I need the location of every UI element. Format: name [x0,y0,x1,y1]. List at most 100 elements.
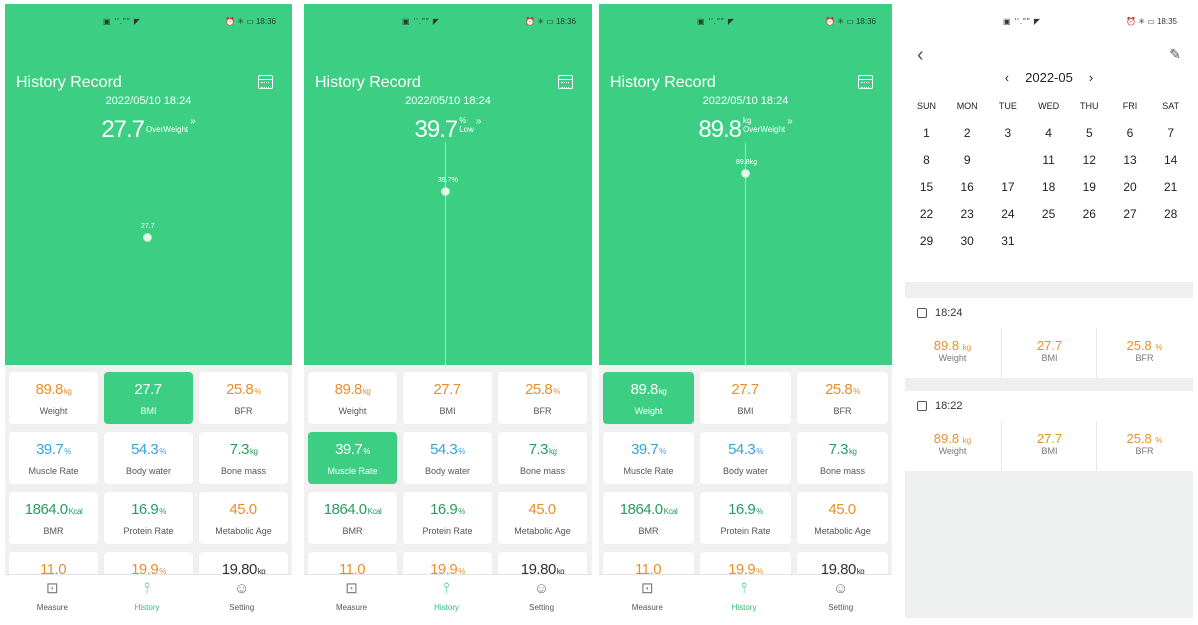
metric-card[interactable]: 25.8% BFR [199,372,288,424]
calendar-day[interactable]: 8 [906,147,947,173]
metric-card[interactable]: 45.0 Metabolic Age [498,492,587,544]
calendar-day[interactable]: 4 [1028,120,1069,146]
metric-card[interactable]: 1864.0Kcal BMR [9,492,98,544]
metric-card[interactable]: 1864.0Kcal BMR [603,492,694,544]
chart-point-label: 89.8kg [736,159,758,166]
current-value[interactable]: 39.7% Low» [304,116,592,144]
tab-setting[interactable]: ☺ Setting [792,575,889,618]
calendar-day[interactable]: 7 [1150,120,1191,146]
metric-card[interactable]: 27.7 BMI [403,372,492,424]
tab-measure[interactable]: ⊡ Measure [599,575,696,618]
calendar-icon[interactable] [558,75,573,89]
record-unit: % [1155,436,1163,445]
calendar-day[interactable]: 13 [1110,147,1151,173]
calendar-day[interactable]: 29 [906,228,947,254]
metric-label: BFR [533,406,552,416]
metric-card[interactable]: 89.8kg Weight [308,372,397,424]
calendar-day[interactable]: 3 [987,120,1028,146]
calendar-day[interactable]: 25 [1028,201,1069,227]
metric-card[interactable]: 27.7 BMI [700,372,791,424]
metric-card[interactable]: 16.9% Protein Rate [700,492,791,544]
calendar-day[interactable]: 23 [947,201,988,227]
calendar-icon[interactable] [858,75,873,89]
metric-card[interactable]: 39.7% Muscle Rate [308,432,397,484]
metric-label: BMI [140,406,157,416]
chart-indicator-line [445,142,446,365]
calendar-day[interactable]: 22 [906,201,947,227]
metric-label: BMI [439,406,456,416]
calendar-day[interactable]: 26 [1069,201,1110,227]
metric-card[interactable]: 54.3% Body water [104,432,193,484]
metric-card[interactable]: 39.7% Muscle Rate [603,432,694,484]
calendar-day[interactable]: 5 [1069,120,1110,146]
metric-card[interactable]: 54.3% Body water [403,432,492,484]
prev-month-button[interactable]: ‹ [1005,70,1009,85]
chart-point[interactable] [741,169,750,178]
calendar-day[interactable]: 10 [987,146,1028,174]
current-value[interactable]: 89.8 kg OverWeight» [599,116,892,144]
record-value: 89.8 [933,431,960,446]
calendar-day[interactable]: 2 [947,120,988,146]
metric-card[interactable]: 45.0 Metabolic Age [797,492,888,544]
record-datetime: 2022/05/10 18:24 [105,95,192,107]
next-month-button[interactable]: › [1089,70,1093,85]
calendar-icon[interactable] [258,75,273,89]
chart-point[interactable] [143,233,152,242]
tab-setting[interactable]: ☺ Setting [494,575,589,618]
calendar-day[interactable]: 30 [947,228,988,254]
calendar-day[interactable]: 12 [1069,147,1110,173]
tab-measure[interactable]: ⊡ Measure [304,575,399,618]
metric-card[interactable]: 89.8kg Weight [9,372,98,424]
calendar-day[interactable]: 19 [1069,174,1110,200]
metric-card[interactable]: 25.8% BFR [498,372,587,424]
metric-card[interactable]: 16.9% Protein Rate [403,492,492,544]
calendar-day[interactable]: 1 [906,120,947,146]
record-card[interactable]: 18:22 89.8 kg Weight 27.7 BMI 25.8 % BFR [905,391,1193,471]
metric-value: 1864.0 [24,501,68,518]
metric-unit: Kcal [663,507,678,516]
tab-setting[interactable]: ☺ Setting [194,575,289,618]
calendar-day[interactable]: 15 [906,174,947,200]
current-value[interactable]: 27.7 OverWeight» [5,116,292,144]
calendar-day[interactable]: 27 [1110,201,1151,227]
record-bfr: 25.8 % BFR [1097,421,1192,471]
metric-card[interactable]: 45.0 Metabolic Age [199,492,288,544]
metric-card[interactable]: 54.3% Body water [700,432,791,484]
calendar-day[interactable]: 9 [947,147,988,173]
back-arrow-icon[interactable]: ‹ [917,44,924,67]
metric-card[interactable]: 27.7 BMI [104,372,193,424]
calendar-day[interactable]: 6 [1110,120,1151,146]
record-time: 18:24 [917,307,963,319]
status-left: ▣ ′′.″″ ◤ [697,17,736,26]
metric-value: 89.8 [35,381,64,398]
record-card[interactable]: 18:24 89.8 kg Weight 27.7 BMI 25.8 % BFR [905,298,1193,378]
page-title: History Record [315,74,421,91]
calendar-day[interactable]: 11 [1028,147,1069,173]
metric-card[interactable]: 7.3kg Bone mass [498,432,587,484]
metric-card[interactable]: 25.8% BFR [797,372,888,424]
tab-history[interactable]: ⫯ History [399,575,494,618]
calendar-day[interactable]: 28 [1150,201,1191,227]
month-navigator: ‹ 2022-05 › [905,70,1193,85]
tab-history[interactable]: ⫯ History [696,575,793,618]
metric-card[interactable]: 16.9% Protein Rate [104,492,193,544]
calendar-day[interactable]: 20 [1110,174,1151,200]
edit-icon[interactable]: ✎ [1169,46,1181,63]
tab-history[interactable]: ⫯ History [100,575,195,618]
tab-measure[interactable]: ⊡ Measure [5,575,100,618]
calendar-day[interactable]: 31 [987,228,1028,254]
chart-point[interactable] [441,187,450,196]
calendar-day[interactable]: 17 [987,174,1028,200]
calendar-day[interactable]: 18 [1028,174,1069,200]
calendar-day[interactable]: 21 [1150,174,1191,200]
calendar-day[interactable]: 16 [947,174,988,200]
metric-card[interactable]: 39.7% Muscle Rate [9,432,98,484]
status-bar: ▣ ′′.″″ ◤ ⏰ ✳ ▭ 18:36 [304,4,592,30]
metric-card[interactable]: 89.8kg Weight [603,372,694,424]
metric-card[interactable]: 1864.0Kcal BMR [308,492,397,544]
calendar-day[interactable]: 24 [987,201,1028,227]
metric-card[interactable]: 7.3kg Bone mass [199,432,288,484]
calendar-day[interactable]: 14 [1150,147,1191,173]
metric-card[interactable]: 7.3kg Bone mass [797,432,888,484]
person-icon: ☺ [234,580,250,597]
